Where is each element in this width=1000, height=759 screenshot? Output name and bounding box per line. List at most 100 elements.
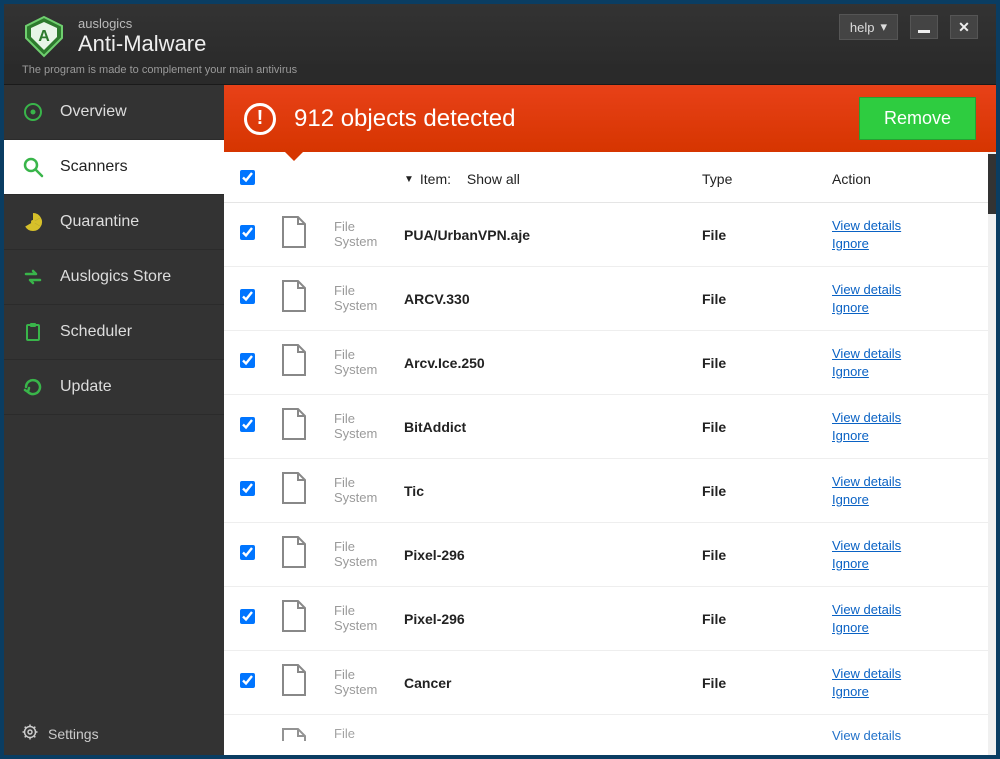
view-details-link[interactable]: View details	[832, 665, 972, 683]
row-item-type: File	[702, 675, 832, 691]
settings-label: Settings	[48, 726, 99, 742]
product-name: Anti-Malware	[78, 31, 206, 57]
col-action: Action	[832, 171, 972, 187]
sidebar-item-label: Scanners	[60, 158, 128, 176]
alert-bar: ! 912 objects detected Remove	[224, 85, 996, 152]
logo-block: A auslogics Anti-Malware	[22, 14, 206, 58]
file-icon	[280, 535, 334, 574]
row-checkbox[interactable]	[240, 225, 255, 240]
row-checkbox[interactable]	[240, 417, 255, 432]
file-icon	[280, 407, 334, 446]
sidebar-item-update[interactable]: Update	[4, 360, 224, 415]
sidebar-item-overview[interactable]: Overview	[4, 85, 224, 140]
sidebar-item-scheduler[interactable]: Scheduler	[4, 305, 224, 360]
help-dropdown[interactable]: help ▾	[839, 14, 898, 40]
table-row: FileSystemBitAddictFileView detailsIgnor…	[224, 395, 988, 459]
file-icon	[280, 471, 334, 510]
row-category: FileSystem	[334, 220, 404, 250]
select-all-checkbox[interactable]	[240, 170, 255, 185]
table-header: ▼ Item: Show all Type Action	[224, 152, 988, 203]
row-category: FileSystem	[334, 604, 404, 634]
row-checkbox[interactable]	[240, 481, 255, 496]
row-category: FileSystem	[334, 348, 404, 378]
file-icon	[280, 727, 334, 741]
file-icon	[280, 663, 334, 702]
sidebar-item-scanners[interactable]: Scanners	[4, 140, 224, 195]
row-item-name: Tic	[404, 483, 702, 499]
gear-icon	[22, 724, 38, 743]
row-category: File	[334, 727, 404, 741]
main-panel: ! 912 objects detected Remove ▼ Item: Sh…	[224, 85, 996, 755]
table-row: FileSystemPixel-296FileView detailsIgnor…	[224, 587, 988, 651]
table-row: FileSystemCancerFileView detailsIgnore	[224, 651, 988, 715]
ignore-link[interactable]: Ignore	[832, 235, 972, 253]
row-checkbox[interactable]	[240, 609, 255, 624]
ignore-link[interactable]: Ignore	[832, 363, 972, 381]
table-row: FileSystemTicFileView detailsIgnore	[224, 459, 988, 523]
col-item-prefix: Item:	[420, 171, 451, 187]
row-item-type: File	[702, 419, 832, 435]
sidebar-item-label: Scheduler	[60, 323, 132, 341]
ignore-link[interactable]: Ignore	[832, 491, 972, 509]
remove-button[interactable]: Remove	[859, 97, 976, 140]
table-row: FileSystemArcv.Ice.250FileView detailsIg…	[224, 331, 988, 395]
ignore-link[interactable]: Ignore	[832, 427, 972, 445]
ignore-link[interactable]: Ignore	[832, 299, 972, 317]
view-details-link[interactable]: View details	[832, 537, 972, 555]
view-details-link[interactable]: View details	[832, 281, 972, 299]
row-checkbox[interactable]	[240, 545, 255, 560]
view-details-link[interactable]: View details	[832, 345, 972, 363]
row-item-type: File	[702, 291, 832, 307]
table-row: File View details	[224, 715, 988, 741]
ignore-link[interactable]: Ignore	[832, 619, 972, 637]
ignore-link[interactable]: Ignore	[832, 683, 972, 701]
row-category: FileSystem	[334, 540, 404, 570]
row-item-name: BitAddict	[404, 419, 702, 435]
row-item-name: Pixel-296	[404, 611, 702, 627]
sidebar-item-label: Update	[60, 378, 112, 396]
view-details-link[interactable]: View details	[832, 217, 972, 235]
view-details-link[interactable]: View details	[832, 473, 972, 491]
view-details-link[interactable]: View details	[832, 727, 972, 741]
row-category: FileSystem	[334, 668, 404, 698]
sidebar-item-quarantine[interactable]: Quarantine	[4, 195, 224, 250]
row-category: FileSystem	[334, 284, 404, 314]
row-category: FileSystem	[334, 476, 404, 506]
col-type: Type	[702, 171, 832, 187]
scrollbar[interactable]	[988, 152, 996, 755]
settings-button[interactable]: Settings	[4, 712, 224, 755]
row-item-name: PUA/UrbanVPN.aje	[404, 227, 702, 243]
sidebar-item-label: Auslogics Store	[60, 268, 171, 286]
alert-icon: !	[244, 103, 276, 135]
row-item-type: File	[702, 355, 832, 371]
row-checkbox[interactable]	[240, 673, 255, 688]
minimize-button[interactable]	[910, 15, 938, 39]
brand-name: auslogics	[78, 16, 206, 31]
row-item-type: File	[702, 547, 832, 563]
row-checkbox[interactable]	[240, 289, 255, 304]
radiation-icon	[22, 211, 44, 233]
sidebar: Overview Scanners Qu	[4, 85, 224, 755]
col-item-filter[interactable]: Show all	[467, 171, 520, 187]
svg-text:A: A	[38, 28, 50, 45]
sidebar-item-store[interactable]: Auslogics Store	[4, 250, 224, 305]
sort-caret-icon[interactable]: ▼	[404, 174, 414, 185]
clipboard-icon	[22, 321, 44, 343]
view-details-link[interactable]: View details	[832, 409, 972, 427]
app-header: A auslogics Anti-Malware help ▾ ✕	[4, 4, 996, 64]
table-row: FileSystemPUA/UrbanVPN.ajeFileView detai…	[224, 203, 988, 267]
target-icon	[22, 101, 44, 123]
view-details-link[interactable]: View details	[832, 601, 972, 619]
ignore-link[interactable]: Ignore	[832, 555, 972, 573]
close-button[interactable]: ✕	[950, 15, 978, 39]
app-logo-icon: A	[22, 14, 66, 58]
row-checkbox[interactable]	[240, 353, 255, 368]
row-item-type: File	[702, 611, 832, 627]
alert-text: 912 objects detected	[294, 105, 516, 133]
scrollbar-thumb[interactable]	[988, 154, 996, 214]
file-icon	[280, 599, 334, 638]
row-category: FileSystem	[334, 412, 404, 442]
chevron-down-icon: ▾	[880, 19, 887, 35]
swap-icon	[22, 266, 44, 288]
sidebar-item-label: Overview	[60, 103, 127, 121]
